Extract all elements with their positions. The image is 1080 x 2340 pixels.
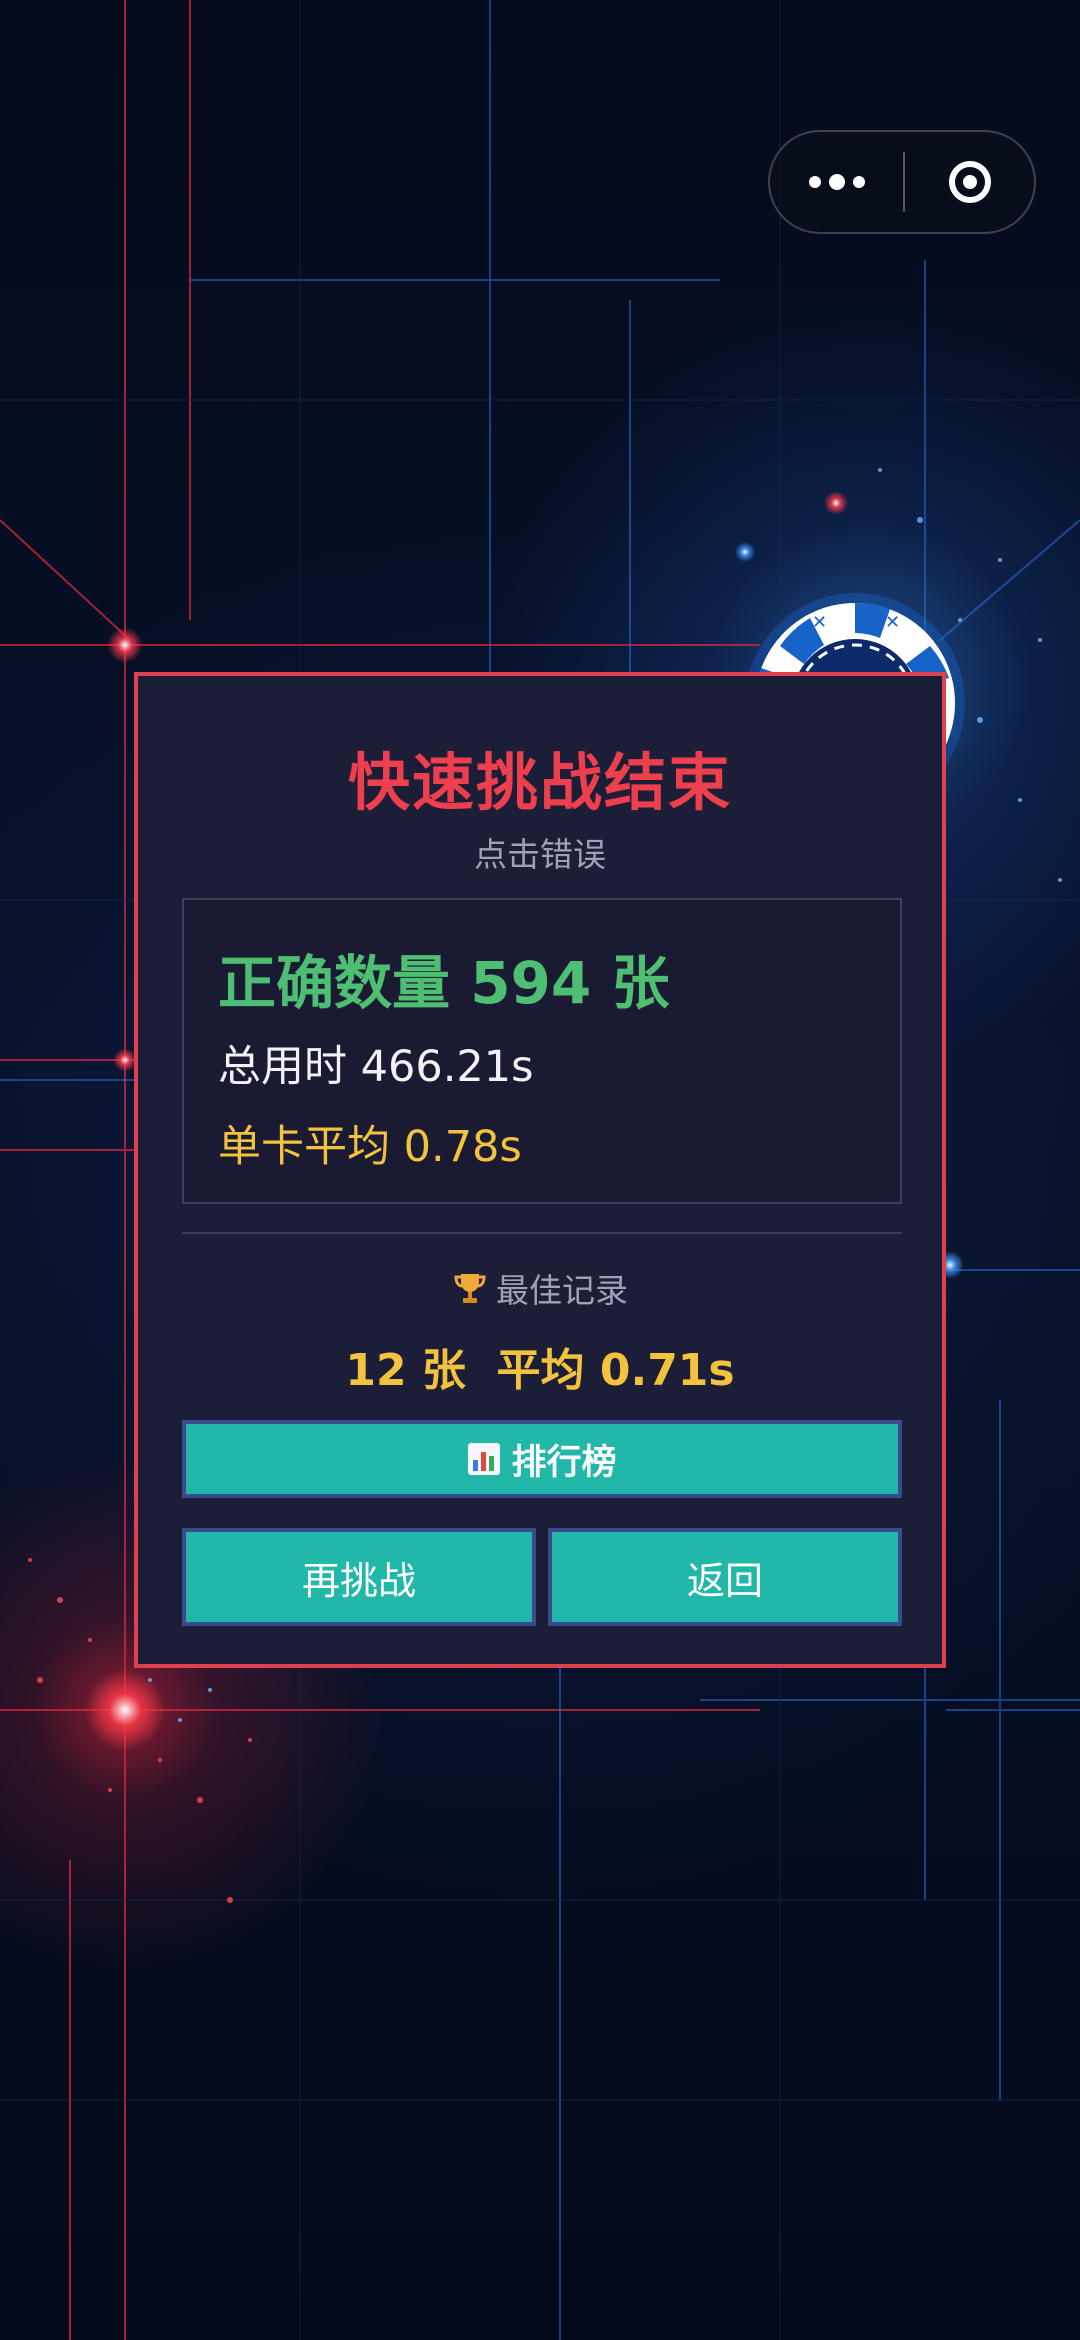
leaderboard-label: 排行榜 xyxy=(511,1442,617,1483)
trophy-icon xyxy=(454,1274,486,1303)
mini-program-capsule xyxy=(768,130,1036,234)
best-record-text: 最佳记录 xyxy=(496,1271,628,1310)
average-time-per-card: 单卡平均 0.78s xyxy=(218,1122,522,1172)
more-dots-icon xyxy=(805,174,869,190)
view-errors-link[interactable]: 点击错误 xyxy=(138,828,942,876)
dialog-title: 快速挑战结束 xyxy=(347,746,732,819)
close-mini-program-button[interactable] xyxy=(905,132,1035,232)
best-record-label: 最佳记录 xyxy=(138,1264,942,1312)
close-ring-icon xyxy=(949,161,991,203)
retry-button[interactable]: 再挑战 xyxy=(182,1528,536,1626)
svg-text:✕: ✕ xyxy=(812,612,827,633)
svg-text:✕: ✕ xyxy=(885,612,900,633)
leaderboard-button[interactable]: 排行榜 xyxy=(182,1420,902,1498)
app-screen: ✕ ✕ 快速挑战结束 点击错误 正确数量 594 张 总用时 466.21s 单… xyxy=(0,0,1080,2340)
total-time: 总用时 466.21s xyxy=(218,1042,534,1092)
stats-panel: 正确数量 594 张 总用时 466.21s 单卡平均 0.78s xyxy=(182,898,902,1204)
result-dialog: 快速挑战结束 点击错误 正确数量 594 张 总用时 466.21s 单卡平均 … xyxy=(134,672,946,1668)
section-divider xyxy=(182,1232,902,1234)
more-menu-button[interactable] xyxy=(770,132,904,232)
correct-count: 正确数量 594 张 xyxy=(218,949,670,1017)
best-record-value: 12 张 平均 0.71s xyxy=(345,1345,735,1396)
back-button[interactable]: 返回 xyxy=(548,1528,902,1626)
bar-chart-icon xyxy=(468,1443,501,1475)
